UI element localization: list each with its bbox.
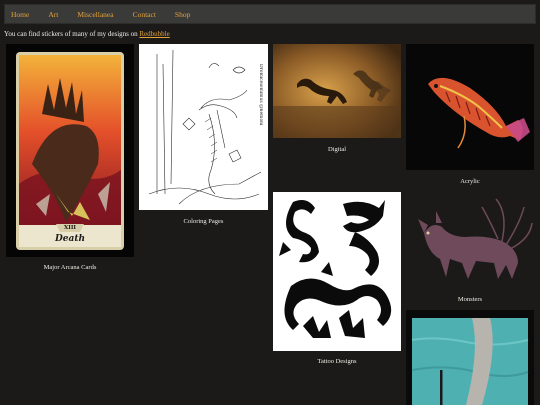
nav-miscellanea[interactable]: Miscellanea [77, 10, 113, 19]
coloring-page-image[interactable]: Dromiceiomimus @nemoni [139, 44, 268, 210]
caption-coloring-pages[interactable]: Coloring Pages [139, 218, 268, 225]
caption-major-arcana[interactable]: Major Arcana Cards [6, 264, 134, 271]
gallery-tile-painting[interactable] [406, 310, 534, 405]
top-nav: Home Art Miscellanea Contact Shop [4, 4, 536, 24]
gallery-tile-major-arcana[interactable]: XIII Death Major Arcana Cards [6, 44, 134, 276]
digital-art-image[interactable] [273, 44, 401, 138]
coloring-page-watermark: Dromiceiomimus @nemoni [258, 64, 263, 126]
caption-monsters[interactable]: Monsters [406, 296, 534, 303]
gallery-tile-monsters[interactable]: Monsters [406, 193, 534, 305]
acrylic-painting-image[interactable] [406, 44, 534, 170]
gallery-tile-acrylic[interactable]: Acrylic [406, 44, 534, 188]
gallery-tile-tattoo-designs[interactable]: Tattoo Designs [273, 192, 401, 368]
coloring-page-illustration [148, 49, 262, 205]
intro-text: You can find stickers of many of my desi… [4, 30, 170, 38]
tarot-card-image[interactable]: XIII Death [6, 44, 134, 257]
intro-sentence: You can find stickers of many of my desi… [4, 30, 138, 38]
caption-acrylic[interactable]: Acrylic [406, 178, 534, 185]
tattoo-designs-illustration [279, 200, 392, 338]
nav-art[interactable]: Art [48, 10, 58, 19]
painting-image[interactable] [406, 310, 534, 405]
nav-shop[interactable]: Shop [175, 10, 190, 19]
card-number: XIII [64, 225, 76, 231]
nav-contact[interactable]: Contact [133, 10, 156, 19]
gallery-tile-coloring-pages[interactable]: Dromiceiomimus @nemoni Coloring Pages [139, 44, 268, 232]
card-title: Death [54, 234, 86, 244]
caption-tattoo-designs[interactable]: Tattoo Designs [273, 358, 401, 365]
acrylic-painting-illustration [406, 44, 534, 170]
digital-art-illustration [273, 44, 401, 138]
caption-digital[interactable]: Digital [273, 146, 401, 153]
monsters-image[interactable] [406, 193, 534, 285]
tattoo-designs-image[interactable] [273, 192, 401, 351]
redbubble-link[interactable]: Redbubble [139, 30, 169, 38]
painting-illustration [411, 318, 529, 405]
nav-home[interactable]: Home [11, 10, 29, 19]
gallery-tile-digital[interactable]: Digital [273, 44, 401, 156]
monsters-illustration [418, 198, 533, 279]
